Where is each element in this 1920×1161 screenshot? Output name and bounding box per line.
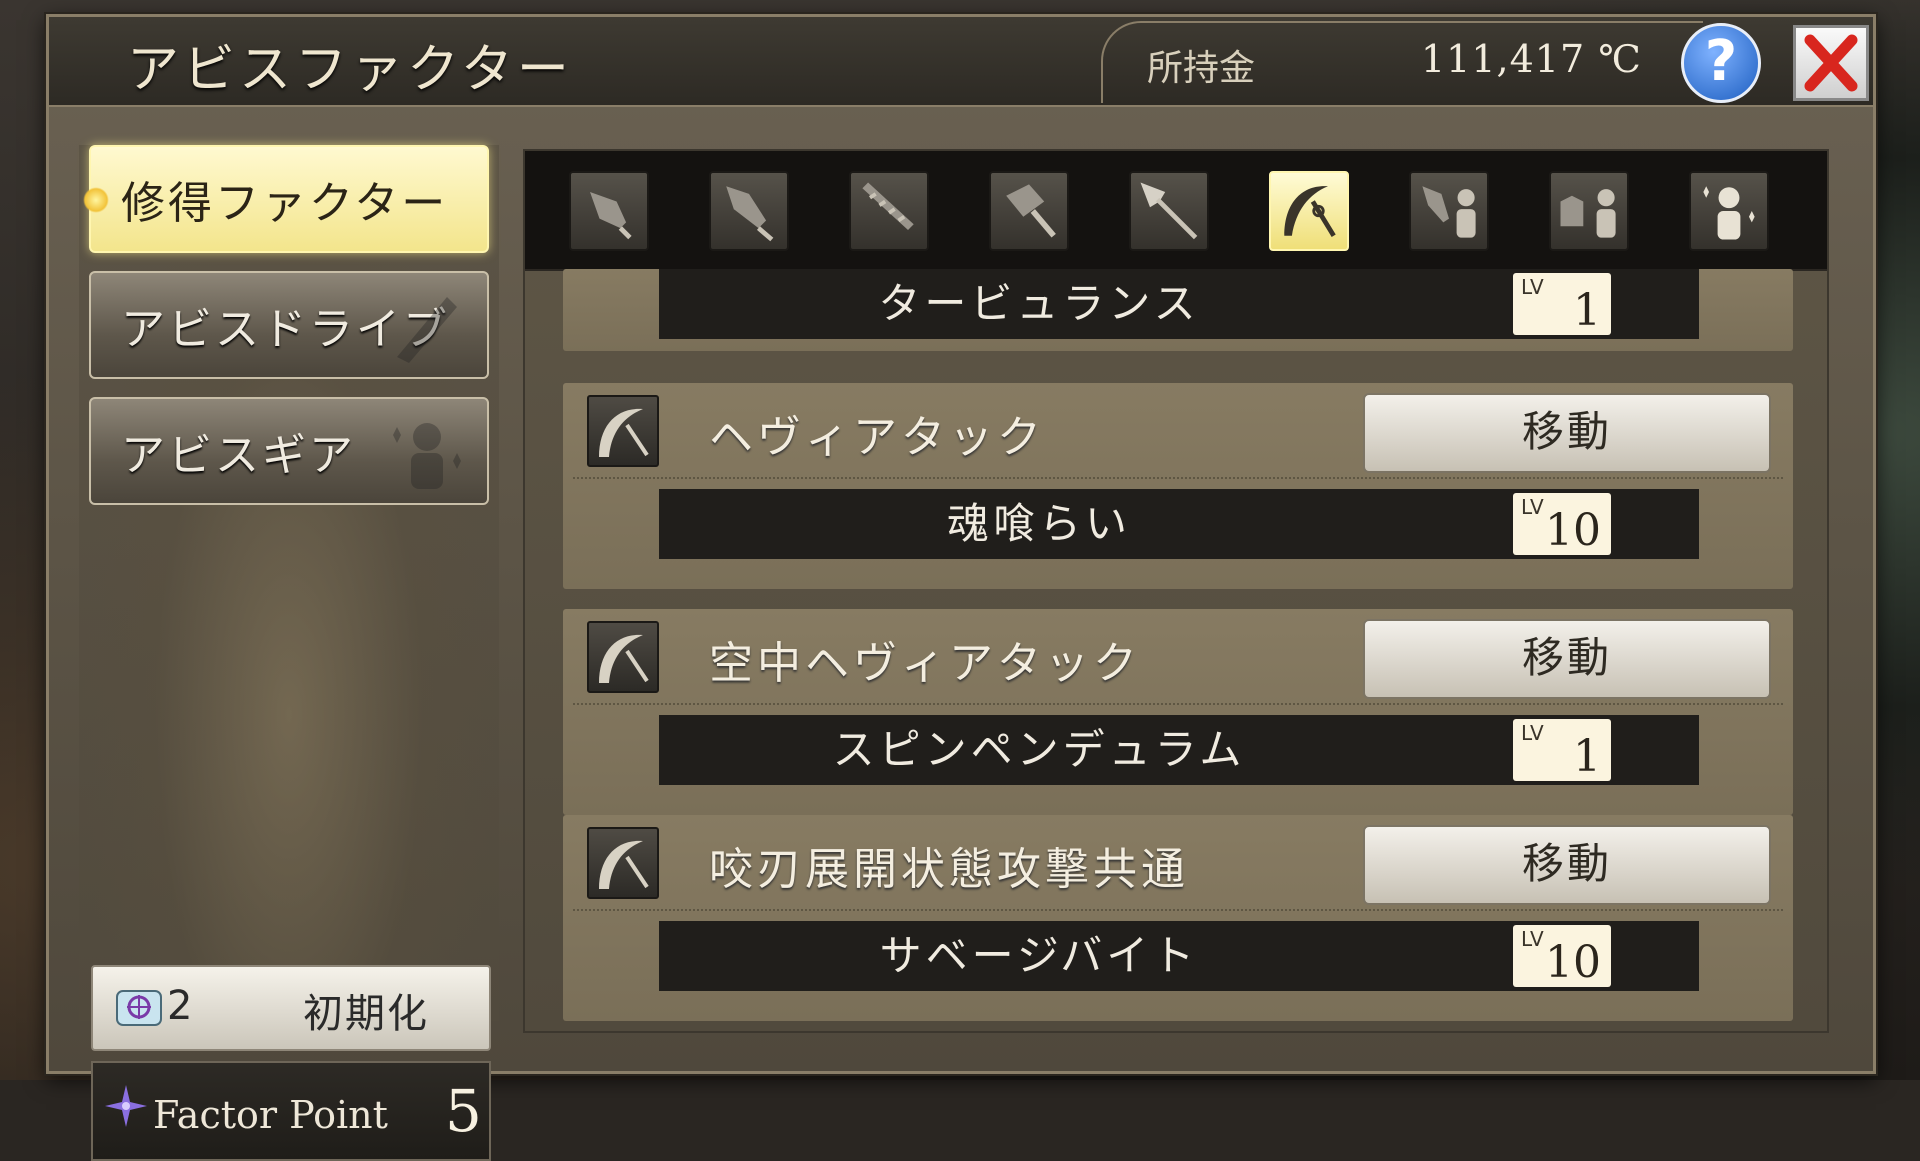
sword-ally-icon bbox=[1422, 186, 1476, 238]
factor-name: タービュランス bbox=[878, 279, 1200, 328]
factor-slot-row: ヘヴィアタック 移動 魂喰らい LV 10 bbox=[563, 383, 1793, 589]
sidebar-item-abyss-drive[interactable]: アビスドライブ bbox=[89, 271, 489, 379]
skill-name: 空中ヘヴィアタック bbox=[709, 638, 1141, 689]
factor-bar[interactable]: タービュランス LV 1 bbox=[659, 269, 1699, 339]
factor-name: 魂喰らい bbox=[946, 499, 1131, 548]
hammer-icon bbox=[1006, 184, 1056, 238]
spear-icon bbox=[1140, 182, 1198, 240]
sparkle-icon bbox=[105, 1085, 147, 1127]
factor-point-label: Factor Point bbox=[153, 1093, 388, 1137]
page-title: アビスファクター bbox=[127, 40, 573, 100]
factor-point-value: 5 bbox=[445, 1077, 482, 1145]
reset-count: 2 bbox=[167, 983, 193, 1029]
money-label: 所持金 bbox=[1147, 48, 1256, 89]
sidebar-item-learned-factor[interactable]: 修得ファクター bbox=[83, 145, 489, 253]
tab-ally[interactable] bbox=[1689, 171, 1769, 251]
factor-point-display: Factor Point 5 bbox=[91, 1061, 491, 1161]
level-badge: LV 1 bbox=[1513, 719, 1611, 782]
level-badge: LV 10 bbox=[1513, 925, 1611, 988]
factor-bar[interactable]: サベージバイト LV 10 bbox=[659, 921, 1699, 991]
skill-name: 咬刃展開状態攻撃共通 bbox=[709, 844, 1189, 895]
tab-scythe[interactable] bbox=[1269, 171, 1349, 251]
short-sword-icon bbox=[590, 192, 632, 240]
reset-button[interactable]: 2 初期化 bbox=[91, 965, 491, 1051]
skill-name: ヘヴィアタック bbox=[709, 412, 1045, 463]
scythe-icon bbox=[599, 634, 649, 683]
factor-name: サベージバイト bbox=[879, 931, 1199, 980]
move-button[interactable]: 移動 bbox=[1363, 619, 1771, 699]
reset-label: 初期化 bbox=[303, 991, 429, 1037]
tab-long-sword[interactable] bbox=[709, 171, 789, 251]
armor-ally-icon bbox=[1560, 189, 1616, 238]
factor-slot-row: 咬刃展開状態攻撃共通 移動 サベージバイト LV 10 bbox=[563, 815, 1793, 1021]
weapon-tab-bar bbox=[525, 151, 1827, 271]
move-button[interactable]: 移動 bbox=[1363, 825, 1771, 905]
scythe-icon bbox=[1284, 186, 1336, 237]
sidebar-item-label: アビスギア bbox=[121, 430, 356, 481]
help-button[interactable]: ? bbox=[1681, 23, 1761, 103]
level-badge: LV 10 bbox=[1513, 493, 1611, 556]
scythe-icon bbox=[599, 840, 649, 889]
close-icon bbox=[1804, 34, 1858, 92]
reset-scroll-icon bbox=[116, 990, 162, 1026]
level-value: 10 bbox=[1545, 505, 1601, 556]
level-value: 1 bbox=[1573, 285, 1601, 336]
sidebar-item-abyss-gear[interactable]: アビスギア bbox=[89, 397, 489, 505]
factor-bar[interactable]: 魂喰らい LV 10 bbox=[659, 489, 1699, 559]
sidebar-item-label: 修得ファクター bbox=[121, 178, 449, 229]
level-tag: LV bbox=[1521, 495, 1544, 519]
divider bbox=[573, 703, 1783, 705]
level-value: 10 bbox=[1545, 937, 1601, 988]
tab-serrated-blade[interactable] bbox=[849, 171, 929, 251]
skill-icon-frame bbox=[587, 621, 659, 693]
ally-icon bbox=[1703, 186, 1755, 240]
factor-panel: タービュランス LV 1 ヘヴィアタック 移動 魂喰らい LV 10 空中ヘヴィ… bbox=[523, 149, 1829, 1033]
tab-sword-ally[interactable] bbox=[1409, 171, 1489, 251]
level-tag: LV bbox=[1521, 721, 1544, 745]
tab-hammer[interactable] bbox=[989, 171, 1069, 251]
move-button[interactable]: 移動 bbox=[1363, 393, 1771, 473]
serrated-blade-icon bbox=[862, 182, 914, 230]
selection-glow-icon bbox=[83, 187, 109, 213]
level-tag: LV bbox=[1521, 927, 1544, 951]
long-sword-icon bbox=[726, 186, 774, 242]
tab-short-sword[interactable] bbox=[569, 171, 649, 251]
factor-name: スピンペンデュラム bbox=[832, 725, 1246, 774]
factor-slot-row: 空中ヘヴィアタック 移動 スピンペンデュラム LV 1 bbox=[563, 609, 1793, 815]
gear-person-icon bbox=[393, 423, 461, 489]
level-tag: LV bbox=[1521, 275, 1544, 299]
level-value: 1 bbox=[1573, 731, 1601, 782]
tab-armor-ally[interactable] bbox=[1549, 171, 1629, 251]
title-bar: アビスファクター 所持金 111,417 ℃ ? bbox=[49, 17, 1873, 107]
close-button[interactable] bbox=[1793, 25, 1869, 101]
scythe-icon bbox=[599, 408, 649, 457]
money-value: 111,417 ℃ bbox=[1421, 37, 1642, 81]
tab-spear[interactable] bbox=[1129, 171, 1209, 251]
sidebar: 修得ファクター アビスドライブ アビスギア 2 初期化 Factor Point… bbox=[79, 145, 499, 1161]
divider bbox=[573, 909, 1783, 911]
level-badge: LV 1 bbox=[1513, 273, 1611, 336]
factor-bar[interactable]: スピンペンデュラム LV 1 bbox=[659, 715, 1699, 785]
skill-icon-frame bbox=[587, 827, 659, 899]
abyss-factor-window: アビスファクター 所持金 111,417 ℃ ? 修得ファクター アビスドライブ… bbox=[46, 14, 1876, 1161]
unassigned-factor-row: タービュランス LV 1 bbox=[563, 269, 1793, 351]
divider bbox=[573, 477, 1783, 479]
skill-icon-frame bbox=[587, 395, 659, 467]
drive-icon bbox=[397, 297, 457, 363]
